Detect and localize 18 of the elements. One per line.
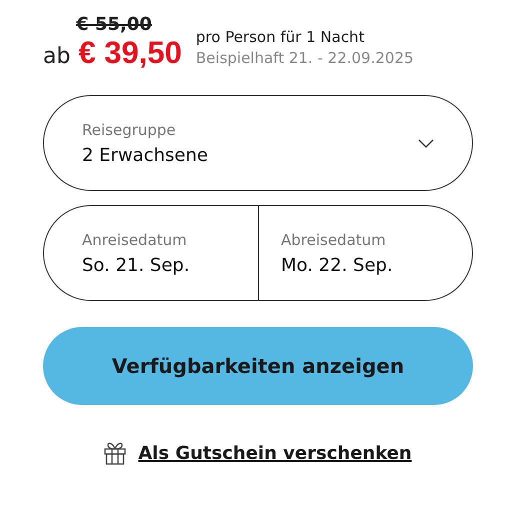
field-label: Abreisedatum: [281, 230, 387, 248]
date-field[interactable]: Abreisedatum Mo. 22. Sep.: [258, 206, 472, 300]
price-unit: pro Person für 1 Nacht: [196, 28, 366, 46]
field-value: So. 21. Sep.: [82, 254, 191, 276]
travel-group-select[interactable]: Reisegruppe 2 Erwachsene: [43, 95, 473, 191]
current-price: € 39,50: [78, 35, 182, 71]
availability-button[interactable]: Verfügbarkeiten anzeigen: [43, 327, 473, 405]
date-field[interactable]: Anreisedatum So. 21. Sep.: [44, 206, 258, 300]
field-label: Reisegruppe: [82, 120, 177, 138]
field-value: 2 Erwachsene: [82, 144, 208, 166]
field-value: Mo. 22. Sep.: [281, 254, 394, 276]
gift-icon: [104, 441, 126, 465]
example-dates: Beispielhaft 21. - 22.09.2025: [196, 49, 414, 67]
gift-voucher-link[interactable]: Als Gutschein verschenken: [138, 442, 412, 464]
chevron-down-icon: [418, 138, 434, 148]
field-label: Anreisedatum: [82, 230, 188, 248]
price-prefix: ab: [43, 44, 70, 69]
old-price: € 55,00: [76, 14, 152, 35]
